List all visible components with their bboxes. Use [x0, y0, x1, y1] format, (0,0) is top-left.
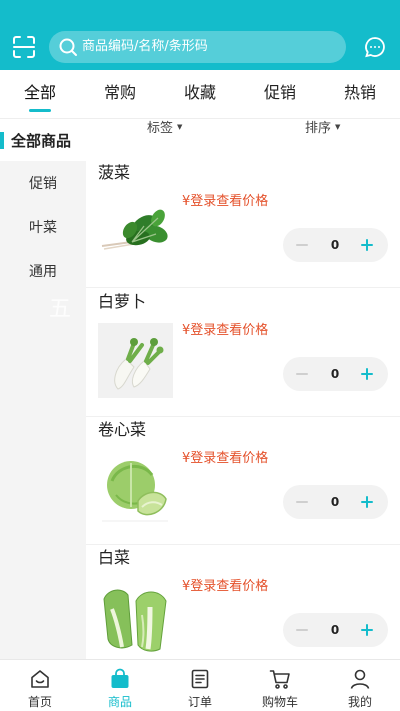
quantity-stepper: 0 [283, 613, 388, 647]
product-name: 白萝卜 [98, 292, 147, 311]
nav-orders-label: 订单 [187, 695, 212, 709]
nav-home-label: 首页 [27, 695, 52, 709]
scan-icon[interactable] [12, 35, 36, 59]
quantity-value[interactable]: 0 [323, 364, 347, 384]
bottom-nav: 首页 商品 订单 购物车 我的 [0, 659, 400, 711]
caret-down-icon: ▼ [177, 123, 183, 131]
nav-cart[interactable]: 购物车 [240, 660, 320, 711]
tab-frequent[interactable]: 常购 [80, 82, 160, 104]
plus-icon[interactable] [358, 493, 376, 511]
quantity-value[interactable]: 0 [323, 492, 347, 512]
nav-cart-label: 购物车 [261, 695, 298, 709]
user-icon [350, 669, 370, 689]
sidebar-item-promotion[interactable]: 促销 [0, 174, 86, 194]
product-card[interactable]: 卷心菜 ¥登录查看价格 0 [86, 417, 400, 545]
minus-icon[interactable] [293, 621, 311, 639]
category-tabs: 全部 常购 收藏 促销 热销 [0, 70, 400, 119]
top-header: 商品编码/名称/条形码 [0, 0, 400, 70]
cart-icon [269, 670, 290, 689]
search-bar[interactable]: 商品编码/名称/条形码 [49, 31, 346, 63]
quantity-stepper: 0 [283, 485, 388, 519]
nav-products[interactable]: 商品 [80, 660, 160, 711]
tab-hot[interactable]: 热销 [320, 82, 400, 104]
order-icon [191, 669, 209, 689]
nav-profile[interactable]: 我的 [320, 660, 400, 711]
tag-filter[interactable]: 标签 ▼ [147, 118, 182, 138]
spinach-image [98, 194, 173, 269]
minus-icon[interactable] [293, 365, 311, 383]
product-card[interactable]: 菠菜 ¥登录查看价格 0 [86, 160, 400, 288]
minus-icon[interactable] [293, 236, 311, 254]
search-input[interactable]: 商品编码/名称/条形码 [82, 38, 208, 56]
plus-icon[interactable] [358, 236, 376, 254]
product-card[interactable]: 白萝卜 ¥登录查看价格 0 [86, 289, 400, 417]
sort-filter[interactable]: 排序 ▼ [305, 118, 340, 138]
caret-down-icon: ▼ [335, 123, 341, 131]
product-name: 白菜 [98, 548, 131, 567]
active-tab-indicator [29, 109, 51, 112]
plus-icon[interactable] [358, 365, 376, 383]
quantity-stepper: 0 [283, 228, 388, 262]
product-card[interactable]: 白菜 ¥登录查看价格 0 [86, 545, 400, 673]
tab-all[interactable]: 全部 [0, 82, 80, 104]
sidebar-active-bar [0, 132, 4, 149]
tab-promotion[interactable]: 促销 [240, 82, 320, 104]
minus-icon[interactable] [293, 493, 311, 511]
search-icon [59, 38, 77, 56]
price-login-hint[interactable]: ¥登录查看价格 [182, 578, 268, 596]
sort-filter-label: 排序 [305, 121, 332, 136]
shopping-bag-icon [111, 668, 129, 688]
watermark-glyph: 五 [49, 297, 72, 322]
white-radish-image [98, 323, 173, 398]
nav-home[interactable]: 首页 [0, 660, 80, 711]
category-sidebar: 促销 叶菜 通用 [0, 161, 86, 659]
tag-filter-label: 标签 [147, 121, 174, 136]
quantity-value[interactable]: 0 [323, 235, 347, 255]
nav-orders[interactable]: 订单 [160, 660, 240, 711]
sidebar-item-general[interactable]: 通用 [0, 262, 86, 282]
message-icon[interactable] [364, 36, 386, 58]
quantity-value[interactable]: 0 [323, 620, 347, 640]
nav-profile-label: 我的 [347, 695, 372, 709]
product-name: 卷心菜 [98, 420, 147, 439]
price-login-hint[interactable]: ¥登录查看价格 [182, 450, 268, 468]
plus-icon[interactable] [358, 621, 376, 639]
app-screen: 商品编码/名称/条形码 全部 常购 收藏 促销 热销 全部商品 促销 叶菜 通用… [0, 0, 400, 711]
cabbage-image [98, 451, 173, 526]
sidebar-title-label: 全部商品 [11, 132, 72, 150]
nav-products-label: 商品 [107, 695, 132, 709]
quantity-stepper: 0 [283, 357, 388, 391]
home-icon [31, 670, 49, 688]
price-login-hint[interactable]: ¥登录查看价格 [182, 193, 268, 211]
napa-cabbage-image [98, 579, 173, 654]
sidebar-item-leafy-greens[interactable]: 叶菜 [0, 218, 86, 238]
tab-favorites[interactable]: 收藏 [160, 82, 240, 104]
product-name: 菠菜 [98, 163, 131, 182]
price-login-hint[interactable]: ¥登录查看价格 [182, 322, 268, 340]
sidebar-title[interactable]: 全部商品 [0, 121, 86, 161]
